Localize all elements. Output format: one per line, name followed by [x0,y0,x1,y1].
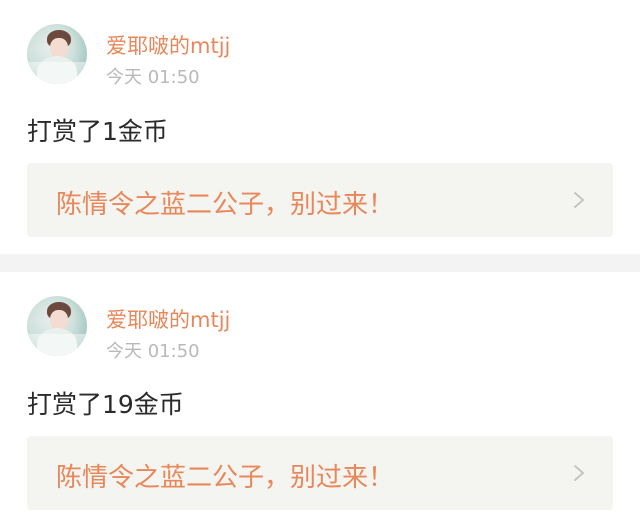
username[interactable]: 爱耶啵的mtjj [106,304,230,334]
avatar-mist [27,62,87,84]
avatar[interactable] [27,24,87,84]
avatar[interactable] [27,296,87,356]
feed-item: 爱耶啵的mtjj 今天 01:50 打赏了19金币 陈情令之蓝二公子，别过来！ [0,272,640,527]
avatar-mist [27,334,87,356]
username[interactable]: 爱耶啵的mtjj [106,30,230,60]
avatar-face [50,310,68,330]
reward-message: 打赏了19金币 [27,390,184,419]
reward-message: 打赏了1金币 [27,117,168,146]
linked-story-card[interactable]: 陈情令之蓝二公子，别过来！ [27,436,613,510]
chevron-right-icon [574,465,584,481]
linked-story-title: 陈情令之蓝二公子，别过来！ [56,463,395,493]
timestamp: 今天 01:50 [106,341,200,362]
feed-item: 爱耶啵的mtjj 今天 01:50 打赏了1金币 陈情令之蓝二公子，别过来！ [0,0,640,254]
linked-story-card[interactable]: 陈情令之蓝二公子，别过来！ [27,163,613,237]
linked-story-title: 陈情令之蓝二公子，别过来！ [56,190,395,220]
avatar-face [50,38,68,58]
chevron-right-icon [574,192,584,208]
timestamp: 今天 01:50 [106,67,200,88]
